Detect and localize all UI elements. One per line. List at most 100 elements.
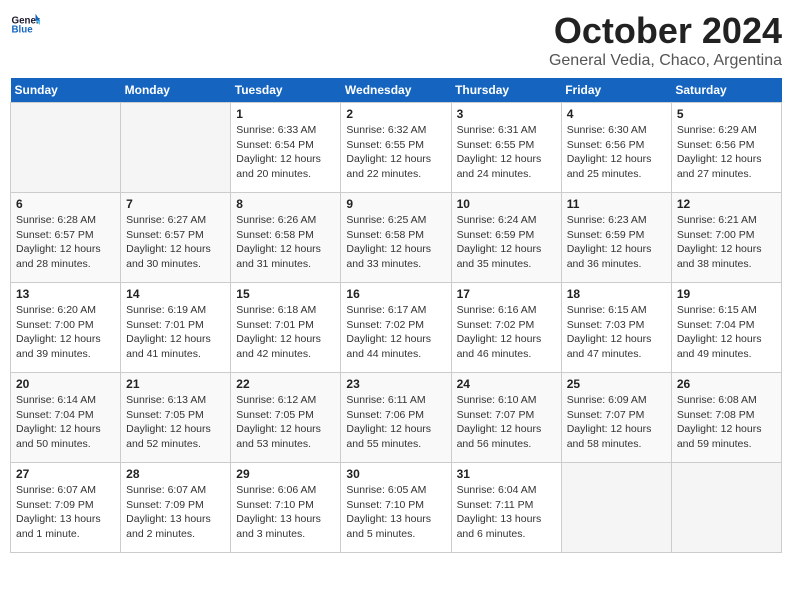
calendar-cell: 17 Sunrise: 6:16 AM Sunset: 7:02 PM Dayli… — [451, 283, 561, 373]
day-number: 27 — [16, 467, 115, 481]
calendar-cell: 18Sunrise: 6:15 AM Sunset: 7:03 PM Dayli… — [561, 283, 671, 373]
calendar-cell: 20 Sunrise: 6:14 AM Sunset: 7:04 PM Dayli… — [11, 373, 121, 463]
calendar-cell: 24Sunrise: 6:10 AM Sunset: 7:07 PM Dayli… — [451, 373, 561, 463]
calendar-cell: 15Sunrise: 6:18 AM Sunset: 7:01 PM Dayli… — [231, 283, 341, 373]
calendar-cell — [11, 103, 121, 193]
calendar-week-row: 6 Sunrise: 6:28 AM Sunset: 6:57 PM Daylig… — [11, 193, 782, 283]
calendar-cell: 31 Sunrise: 6:04 AM Sunset: 7:11 PM Dayli… — [451, 463, 561, 553]
day-info: Sunrise: 6:28 AM Sunset: 6:57 PM Dayligh… — [16, 213, 115, 272]
day-number: 2 — [346, 107, 445, 121]
day-number: 21 — [126, 377, 225, 391]
day-info: Sunrise: 6:11 AM Sunset: 7:06 PM Dayligh… — [346, 393, 445, 452]
day-info: Sunrise: 6:08 AM Sunset: 7:08 PM Dayligh… — [677, 393, 776, 452]
calendar-cell: 11 Sunrise: 6:23 AM Sunset: 6:59 PM Dayli… — [561, 193, 671, 283]
header-thursday: Thursday — [451, 78, 561, 103]
calendar-cell: 30 Sunrise: 6:05 AM Sunset: 7:10 PM Dayli… — [341, 463, 451, 553]
calendar-cell: 21 Sunrise: 6:13 AM Sunset: 7:05 PM Dayli… — [121, 373, 231, 463]
header-wednesday: Wednesday — [341, 78, 451, 103]
calendar-cell: 22 Sunrise: 6:12 AM Sunset: 7:05 PM Dayli… — [231, 373, 341, 463]
day-number: 1 — [236, 107, 335, 121]
calendar-cell: 27 Sunrise: 6:07 AM Sunset: 7:09 PM Dayli… — [11, 463, 121, 553]
calendar-cell: 7Sunrise: 6:27 AM Sunset: 6:57 PM Daylig… — [121, 193, 231, 283]
calendar-cell — [561, 463, 671, 553]
day-info: Sunrise: 6:12 AM Sunset: 7:05 PM Dayligh… — [236, 393, 335, 452]
day-number: 8 — [236, 197, 335, 211]
day-number: 13 — [16, 287, 115, 301]
day-number: 17 — [457, 287, 556, 301]
svg-text:Blue: Blue — [12, 25, 34, 36]
day-number: 4 — [567, 107, 666, 121]
logo: General Blue — [10, 10, 40, 40]
day-info: Sunrise: 6:29 AM Sunset: 6:56 PM Dayligh… — [677, 123, 776, 182]
day-number: 23 — [346, 377, 445, 391]
calendar-cell: 14 Sunrise: 6:19 AM Sunset: 7:01 PM Dayli… — [121, 283, 231, 373]
day-number: 11 — [567, 197, 666, 211]
day-info: Sunrise: 6:32 AM Sunset: 6:55 PM Dayligh… — [346, 123, 445, 182]
title-block: October 2024 General Vedia, Chaco, Argen… — [549, 10, 782, 70]
calendar-cell: 2 Sunrise: 6:32 AM Sunset: 6:55 PM Daylig… — [341, 103, 451, 193]
day-number: 5 — [677, 107, 776, 121]
calendar-cell: 16 Sunrise: 6:17 AM Sunset: 7:02 PM Dayli… — [341, 283, 451, 373]
day-info: Sunrise: 6:33 AM Sunset: 6:54 PM Dayligh… — [236, 123, 335, 182]
calendar-cell: 13 Sunrise: 6:20 AM Sunset: 7:00 PM Dayli… — [11, 283, 121, 373]
day-info: Sunrise: 6:31 AM Sunset: 6:55 PM Dayligh… — [457, 123, 556, 182]
calendar-cell — [671, 463, 781, 553]
logo-icon: General Blue — [10, 10, 40, 40]
calendar-cell: 9Sunrise: 6:25 AM Sunset: 6:58 PM Daylig… — [341, 193, 451, 283]
calendar-cell: 10Sunrise: 6:24 AM Sunset: 6:59 PM Dayli… — [451, 193, 561, 283]
day-number: 22 — [236, 377, 335, 391]
day-number: 3 — [457, 107, 556, 121]
header-sunday: Sunday — [11, 78, 121, 103]
calendar-cell: 12 Sunrise: 6:21 AM Sunset: 7:00 PM Dayli… — [671, 193, 781, 283]
calendar-cell: 19Sunrise: 6:15 AM Sunset: 7:04 PM Dayli… — [671, 283, 781, 373]
day-info: Sunrise: 6:30 AM Sunset: 6:56 PM Dayligh… — [567, 123, 666, 182]
day-number: 14 — [126, 287, 225, 301]
calendar-cell: 29Sunrise: 6:06 AM Sunset: 7:10 PM Dayli… — [231, 463, 341, 553]
day-number: 28 — [126, 467, 225, 481]
calendar-header-row: SundayMondayTuesdayWednesdayThursdayFrid… — [11, 78, 782, 103]
day-number: 26 — [677, 377, 776, 391]
day-number: 7 — [126, 197, 225, 211]
day-info: Sunrise: 6:04 AM Sunset: 7:11 PM Dayligh… — [457, 483, 556, 542]
day-info: Sunrise: 6:07 AM Sunset: 7:09 PM Dayligh… — [16, 483, 115, 542]
day-number: 19 — [677, 287, 776, 301]
calendar-cell: 3 Sunrise: 6:31 AM Sunset: 6:55 PM Daylig… — [451, 103, 561, 193]
day-number: 31 — [457, 467, 556, 481]
calendar-week-row: 1 Sunrise: 6:33 AM Sunset: 6:54 PM Daylig… — [11, 103, 782, 193]
day-number: 6 — [16, 197, 115, 211]
day-info: Sunrise: 6:20 AM Sunset: 7:00 PM Dayligh… — [16, 303, 115, 362]
calendar-cell: 1 Sunrise: 6:33 AM Sunset: 6:54 PM Daylig… — [231, 103, 341, 193]
calendar-cell: 4 Sunrise: 6:30 AM Sunset: 6:56 PM Daylig… — [561, 103, 671, 193]
day-info: Sunrise: 6:05 AM Sunset: 7:10 PM Dayligh… — [346, 483, 445, 542]
day-info: Sunrise: 6:21 AM Sunset: 7:00 PM Dayligh… — [677, 213, 776, 272]
day-info: Sunrise: 6:13 AM Sunset: 7:05 PM Dayligh… — [126, 393, 225, 452]
day-info: Sunrise: 6:25 AM Sunset: 6:58 PM Dayligh… — [346, 213, 445, 272]
day-info: Sunrise: 6:06 AM Sunset: 7:10 PM Dayligh… — [236, 483, 335, 542]
day-info: Sunrise: 6:19 AM Sunset: 7:01 PM Dayligh… — [126, 303, 225, 362]
day-number: 12 — [677, 197, 776, 211]
calendar-cell: 28Sunrise: 6:07 AM Sunset: 7:09 PM Dayli… — [121, 463, 231, 553]
page-header: General Blue October 2024 General Vedia,… — [10, 10, 782, 70]
day-info: Sunrise: 6:18 AM Sunset: 7:01 PM Dayligh… — [236, 303, 335, 362]
day-info: Sunrise: 6:14 AM Sunset: 7:04 PM Dayligh… — [16, 393, 115, 452]
calendar-table: SundayMondayTuesdayWednesdayThursdayFrid… — [10, 78, 782, 553]
day-number: 20 — [16, 377, 115, 391]
location-subtitle: General Vedia, Chaco, Argentina — [549, 52, 782, 70]
calendar-cell — [121, 103, 231, 193]
calendar-cell: 26 Sunrise: 6:08 AM Sunset: 7:08 PM Dayli… — [671, 373, 781, 463]
day-info: Sunrise: 6:23 AM Sunset: 6:59 PM Dayligh… — [567, 213, 666, 272]
day-number: 16 — [346, 287, 445, 301]
calendar-cell: 6 Sunrise: 6:28 AM Sunset: 6:57 PM Daylig… — [11, 193, 121, 283]
day-info: Sunrise: 6:16 AM Sunset: 7:02 PM Dayligh… — [457, 303, 556, 362]
calendar-week-row: 13 Sunrise: 6:20 AM Sunset: 7:00 PM Dayli… — [11, 283, 782, 373]
day-info: Sunrise: 6:15 AM Sunset: 7:03 PM Dayligh… — [567, 303, 666, 362]
day-number: 25 — [567, 377, 666, 391]
day-number: 30 — [346, 467, 445, 481]
month-title: October 2024 — [549, 10, 782, 52]
day-info: Sunrise: 6:26 AM Sunset: 6:58 PM Dayligh… — [236, 213, 335, 272]
day-info: Sunrise: 6:24 AM Sunset: 6:59 PM Dayligh… — [457, 213, 556, 272]
calendar-cell: 5 Sunrise: 6:29 AM Sunset: 6:56 PM Daylig… — [671, 103, 781, 193]
day-info: Sunrise: 6:17 AM Sunset: 7:02 PM Dayligh… — [346, 303, 445, 362]
calendar-cell: 25Sunrise: 6:09 AM Sunset: 7:07 PM Dayli… — [561, 373, 671, 463]
day-info: Sunrise: 6:10 AM Sunset: 7:07 PM Dayligh… — [457, 393, 556, 452]
